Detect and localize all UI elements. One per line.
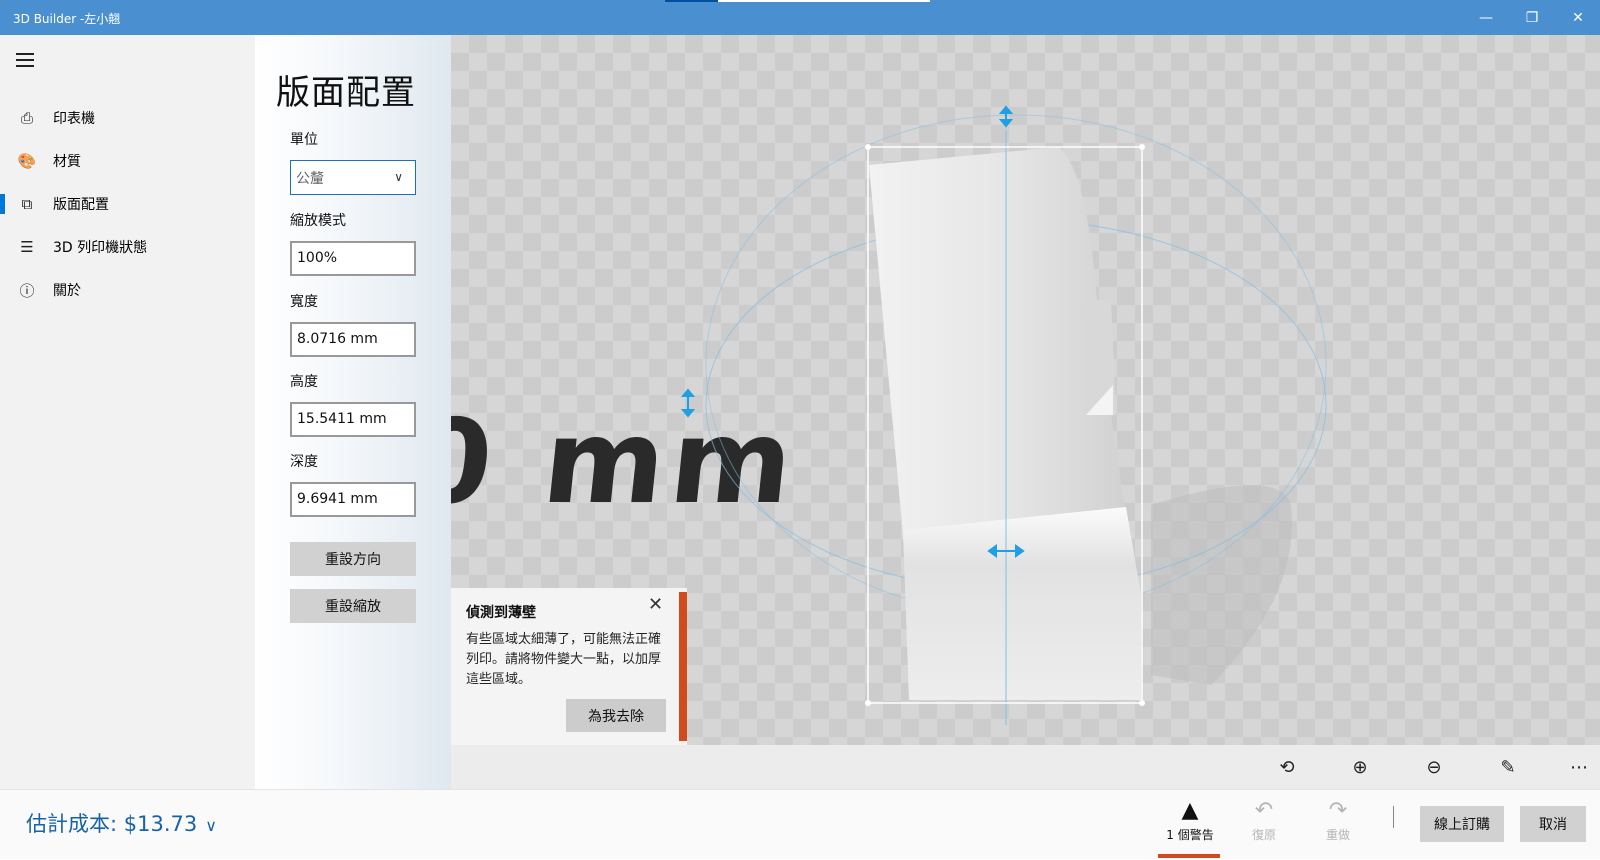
more-icon[interactable]: ⋯ [1566, 754, 1592, 780]
pencil-icon[interactable]: ✎ [1495, 754, 1521, 780]
close-icon[interactable]: ✕ [648, 594, 666, 615]
zoom-out-icon[interactable]: ⊖ [1421, 754, 1447, 780]
reset-scale-button[interactable]: 重設縮放 [290, 589, 416, 623]
depth-label: 深度 [290, 454, 318, 470]
scale-mode-label: 縮放模式 [290, 213, 346, 229]
selection-handle[interactable] [1139, 700, 1145, 706]
nav-item-material[interactable]: 🎨 材質 [0, 141, 255, 181]
loading-progress-fill [665, 0, 718, 2]
nav-item-label: 版面配置 [53, 197, 109, 213]
warning-title: 偵測到薄壁 [466, 605, 536, 621]
object-shadow [1151, 485, 1292, 685]
hamburger-icon[interactable] [16, 53, 38, 69]
checklist-icon: ☰ [20, 238, 34, 256]
bottom-bar: 估計成本: $13.73 ∨ ▲ 1 個警告 ↶ 復原 ↷ 重做 線上訂購 取消 [0, 789, 1600, 859]
warnings-label: 1 個警告 [1166, 828, 1214, 842]
nav-item-label: 3D 列印機狀態 [53, 240, 148, 256]
warnings-button[interactable]: ▲ 1 個警告 [1158, 790, 1222, 860]
estimated-cost-dropdown[interactable]: 估計成本: $13.73 ∨ [26, 808, 217, 838]
rotate-vertical-arrow-icon[interactable] [680, 388, 696, 418]
nav-item-layout[interactable]: ⧉ 版面配置 [0, 184, 255, 224]
selection-handle[interactable] [865, 144, 871, 150]
fix-for-me-button[interactable]: 為我去除 [566, 699, 666, 732]
warning-triangle-icon: ▲ [1181, 798, 1199, 823]
chevron-down-icon: ∨ [394, 170, 403, 184]
nav-item-printer[interactable]: ⎙ 印表機 [0, 98, 255, 138]
info-icon: ⓘ [19, 281, 35, 300]
nav-item-label: 關於 [53, 283, 81, 299]
thin-wall-warning-dialog: 偵測到薄壁 ✕ 有些區域太細薄了，可能無法正確列印。請將物件變大一點，以加厚這些… [451, 588, 687, 745]
model-base [903, 507, 1141, 700]
reset-orientation-button[interactable]: 重設方向 [290, 542, 416, 576]
warnings-underline [1158, 854, 1220, 858]
nav-item-label: 材質 [53, 154, 81, 170]
title-bar: 3D Builder -左小翹 — ❐ ✕ [0, 0, 1600, 35]
height-label: 高度 [290, 374, 318, 390]
window-title: 3D Builder -左小翹 [13, 12, 121, 26]
view-camera-icon[interactable]: ⟲ [1274, 754, 1300, 780]
page-title: 版面配置 [276, 73, 416, 113]
navigation-pane: ⎙ 印表機 🎨 材質 ⧉ 版面配置 ☰ 3D 列印機狀態 ⓘ 關於 [0, 35, 255, 789]
undo-button[interactable]: ↶ 復原 [1232, 790, 1296, 860]
nav-item-about[interactable]: ⓘ 關於 [0, 270, 255, 310]
minimize-button[interactable]: — [1463, 0, 1509, 35]
move-vertical-arrow-icon[interactable] [998, 105, 1014, 128]
undo-icon: ↶ [1254, 798, 1274, 823]
width-label: 寬度 [290, 294, 318, 310]
layout-panel: 版面配置 單位 公釐 ∨ 縮放模式 100% 寬度 8.0716 mm 高度 1… [255, 35, 451, 789]
unit-select-value: 公釐 [296, 171, 324, 187]
close-window-button[interactable]: ✕ [1555, 0, 1600, 35]
undo-label: 復原 [1251, 828, 1276, 842]
scale-input[interactable]: 100% [290, 241, 416, 276]
selection-handle[interactable] [865, 700, 871, 706]
layout-cubes-icon: ⧉ [21, 195, 33, 213]
cancel-button[interactable]: 取消 [1520, 806, 1586, 842]
depth-input[interactable]: 9.6941 mm [290, 482, 416, 517]
loading-progress-bar [665, 0, 930, 2]
printer-icon: ⎙ [20, 109, 33, 127]
warning-accent-bar [679, 592, 687, 741]
viewport-toolbar: ⟲ ⊕ ⊖ ✎ ⋯ [451, 745, 1600, 789]
redo-button[interactable]: ↷ 重做 [1306, 790, 1370, 860]
estimated-cost-text: 估計成本: $13.73 [26, 812, 198, 836]
warning-message: 有些區域太細薄了，可能無法正確列印。請將物件變大一點，以加厚這些區域。 [466, 632, 662, 687]
unit-label: 單位 [290, 132, 318, 148]
nav-item-label: 印表機 [53, 111, 95, 127]
palette-icon: 🎨 [17, 152, 37, 170]
toolbar-divider [1393, 806, 1394, 828]
selection-handle[interactable] [1139, 144, 1145, 150]
chevron-down-icon: ∨ [205, 816, 217, 835]
redo-label: 重做 [1325, 828, 1350, 842]
unit-select[interactable]: 公釐 ∨ [290, 160, 416, 195]
height-input[interactable]: 15.5411 mm [290, 402, 416, 437]
zoom-in-icon[interactable]: ⊕ [1347, 754, 1373, 780]
width-input[interactable]: 8.0716 mm [290, 322, 416, 357]
maximize-button[interactable]: ❐ [1509, 0, 1555, 35]
nav-item-printer-status[interactable]: ☰ 3D 列印機狀態 [0, 227, 255, 267]
redo-icon: ↷ [1328, 798, 1348, 823]
order-online-button[interactable]: 線上訂購 [1420, 806, 1504, 842]
